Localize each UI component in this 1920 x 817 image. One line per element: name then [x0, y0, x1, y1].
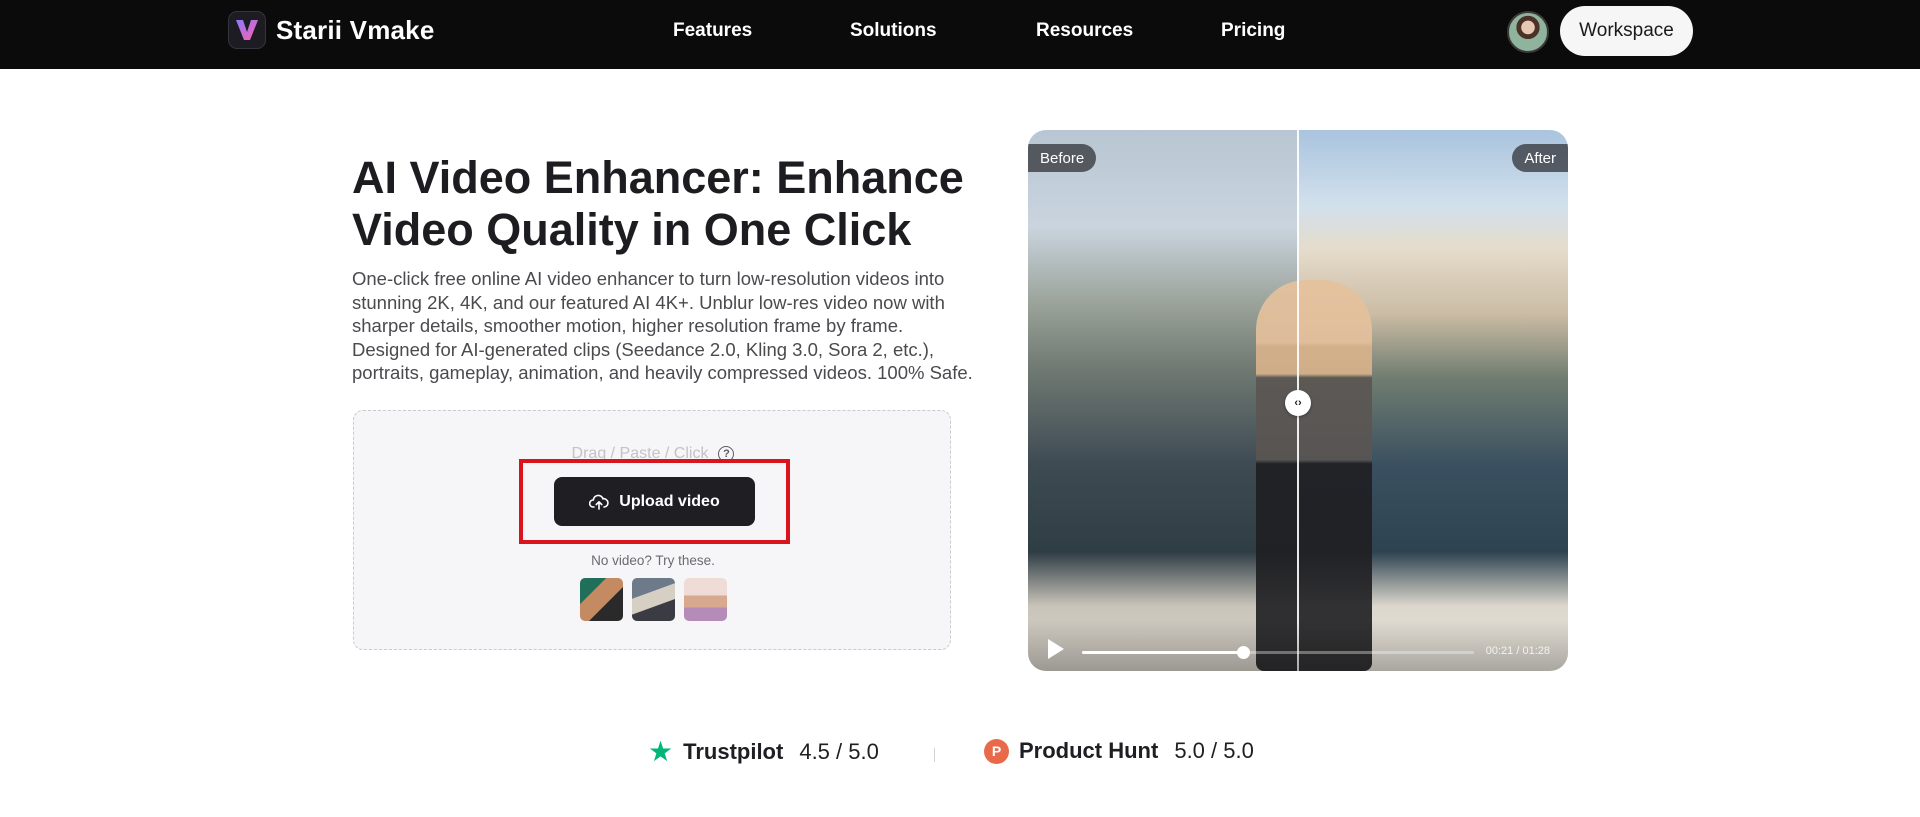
trustpilot-score: 4.5 / 5.0: [799, 739, 879, 764]
sample-video-thumbnail[interactable]: [579, 578, 623, 621]
nav-link-resources[interactable]: Resources: [1036, 20, 1133, 42]
producthunt-score: 5.0 / 5.0: [1174, 738, 1254, 763]
ratings-divider: [934, 748, 935, 762]
brand-name: Starii Vmake: [276, 14, 435, 45]
trustpilot-star-icon: ★: [648, 736, 674, 767]
nav-link-solutions[interactable]: Solutions: [850, 20, 937, 42]
video-time: 00:21 / 01:28: [1485, 645, 1550, 657]
producthunt-icon: P: [984, 738, 1009, 764]
top-navbar: Starii Vmake Features Solutions Resource…: [0, 0, 1920, 69]
nav-link-pricing[interactable]: Pricing: [1221, 20, 1285, 42]
play-icon[interactable]: [1048, 639, 1064, 659]
trustpilot-name: Trustpilot: [683, 739, 784, 764]
upload-video-button[interactable]: Upload video: [554, 477, 755, 526]
sample-videos: [354, 578, 952, 621]
sample-video-thumbnail[interactable]: [683, 578, 727, 621]
upload-video-label: Upload video: [619, 492, 720, 510]
before-after-video-preview[interactable]: ‹› Before After 00:21 / 01:28: [1028, 130, 1568, 671]
video-progress-thumb[interactable]: [1236, 646, 1250, 659]
before-label: Before: [1028, 144, 1097, 172]
sample-video-thumbnail[interactable]: [631, 578, 675, 621]
comparison-slider-handle[interactable]: ‹›: [1285, 390, 1311, 416]
try-samples-text: No video? Try these.: [591, 553, 715, 568]
page-title: AI Video Enhancer: Enhance Video Quality…: [352, 152, 964, 255]
trustpilot-rating[interactable]: ★ Trustpilot 4.5 / 5.0: [648, 738, 879, 766]
cloud-upload-icon: [589, 494, 609, 510]
nav-link-features[interactable]: Features: [673, 20, 752, 42]
after-label: After: [1512, 144, 1568, 172]
upload-dropzone[interactable]: Drag / Paste / Click ? Upload video No v…: [353, 410, 951, 650]
video-controls: 00:21 / 01:28: [1028, 620, 1568, 671]
brand-logo-link[interactable]: Starii Vmake: [228, 11, 435, 49]
hero-description: One-click free online AI video enhancer …: [352, 268, 973, 383]
producthunt-rating[interactable]: P Product Hunt 5.0 / 5.0: [984, 738, 1254, 764]
preview-subject-image: [1256, 280, 1372, 671]
user-avatar[interactable]: [1507, 11, 1549, 53]
vmake-logo-icon: [228, 11, 266, 49]
video-progress-bar[interactable]: [1082, 646, 1474, 659]
producthunt-name: Product Hunt: [1019, 738, 1159, 763]
video-progress-fill: [1082, 651, 1243, 654]
workspace-button[interactable]: Workspace: [1560, 6, 1693, 56]
